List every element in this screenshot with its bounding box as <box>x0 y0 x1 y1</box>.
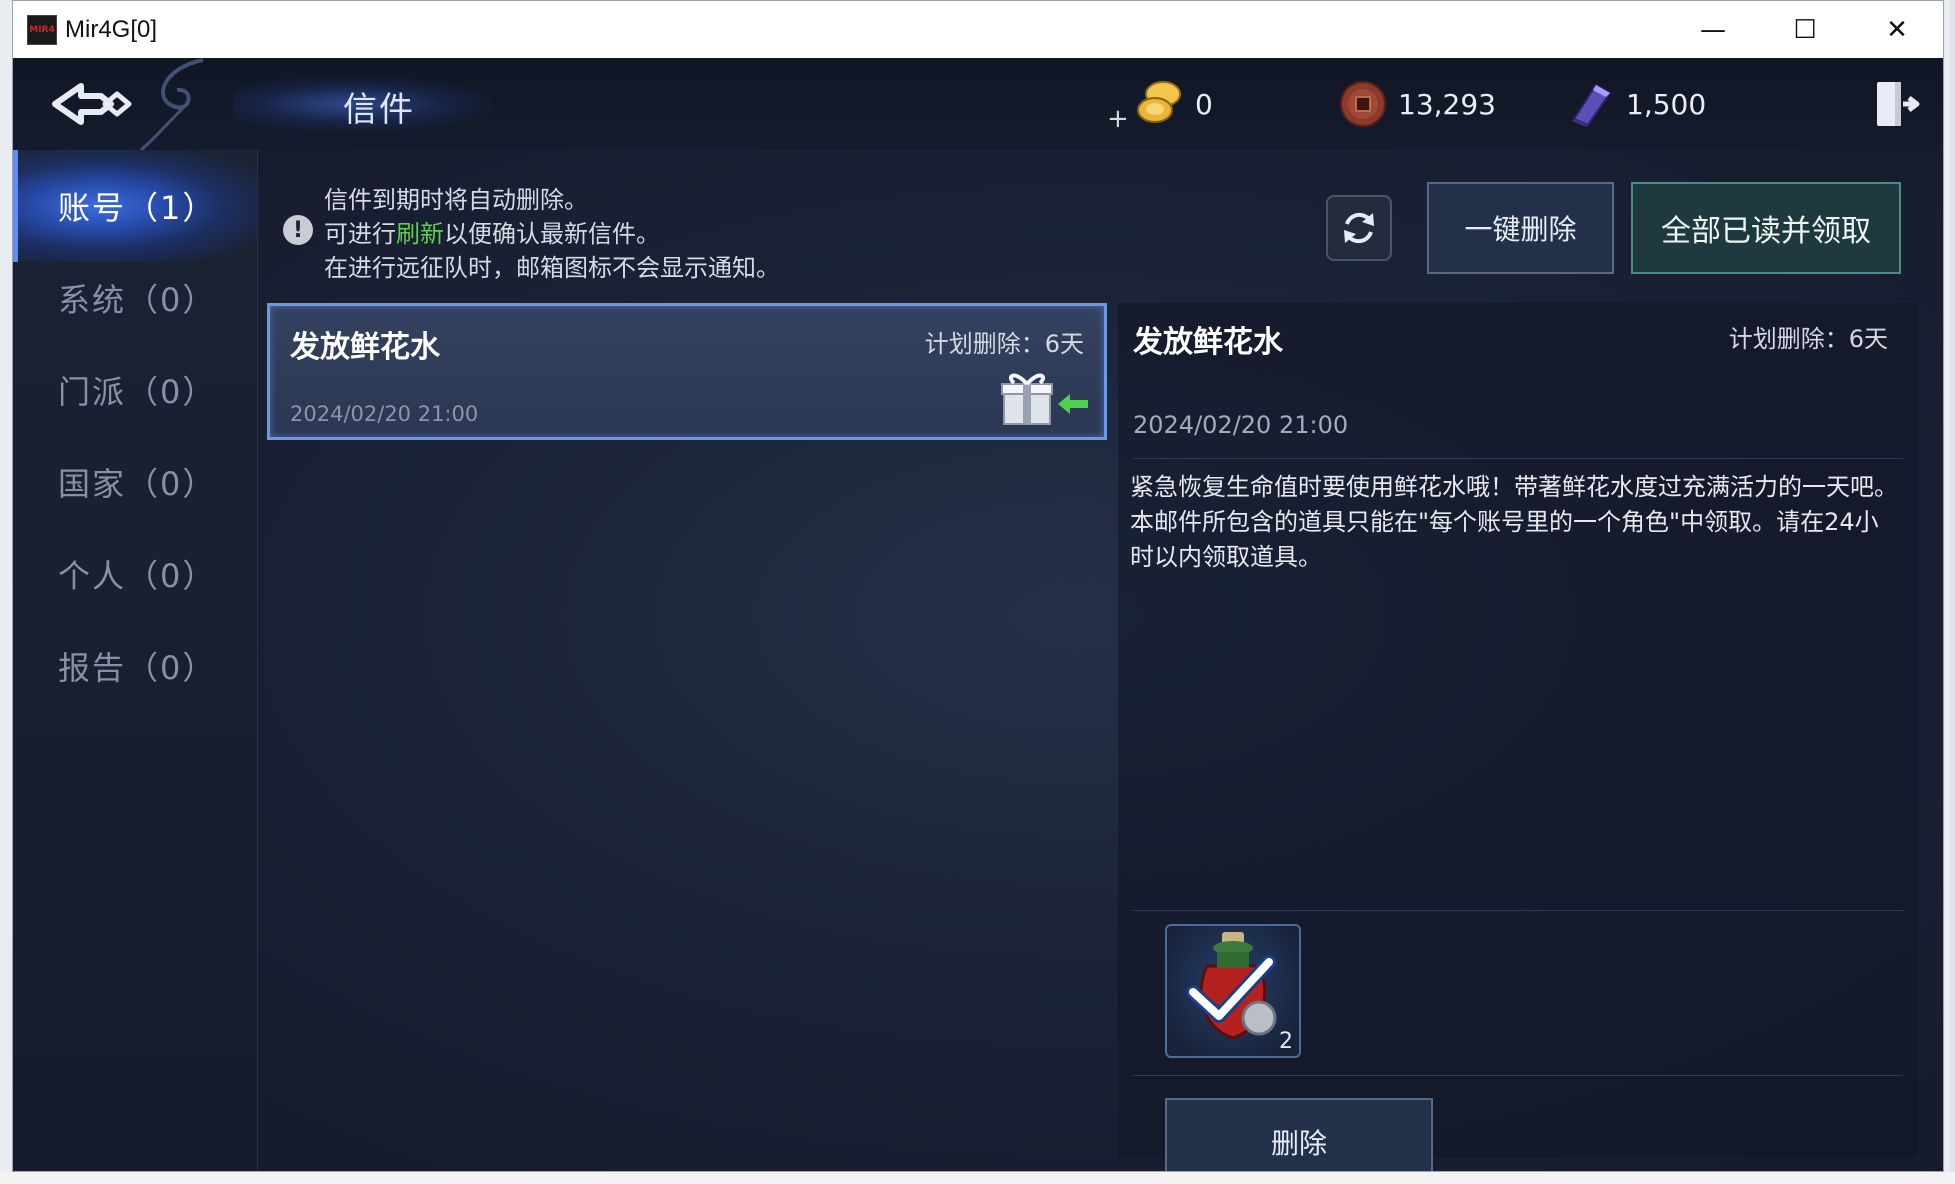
divider <box>1133 910 1903 911</box>
mail-subject: 发放鲜花水 <box>290 330 440 365</box>
window-title: Mir4G[0] <box>65 15 158 43</box>
delete-button[interactable]: 删除 <box>1165 1098 1433 1171</box>
gift-icon <box>1001 373 1053 425</box>
add-currency-icon[interactable]: + <box>1107 104 1129 134</box>
copper-value: 13,293 <box>1398 87 1496 121</box>
currency-gold: 0 <box>1133 78 1213 130</box>
refresh-highlight: 刷新 <box>396 220 444 248</box>
info-exclamation-icon: ! <box>283 215 313 245</box>
close-button[interactable]: ✕ <box>1851 1 1943 58</box>
notice-line-2: 可进行刷新以便确认最新信件。 <box>324 220 660 248</box>
mail-list-item[interactable]: 发放鲜花水 计划删除：6天 2024/02/20 21:00 <box>267 303 1107 440</box>
game-viewport: 信件 + 0 13,293 1,500 账号（1） 系统（0） 门派（0） 国家… <box>13 58 1943 1171</box>
back-arrow-icon[interactable] <box>41 74 137 134</box>
detail-date: 2024/02/20 21:00 <box>1133 411 1349 439</box>
read-and-claim-all-button[interactable]: 全部已读并领取 <box>1631 182 1901 274</box>
app-window: MIR4 Mir4G[0] — ☐ ✕ 信件 + 0 13,293 1,500 … <box>12 0 1944 1172</box>
divider <box>1133 1075 1903 1076</box>
darksteel-icon <box>1572 83 1612 127</box>
gold-coin-icon <box>1137 81 1181 123</box>
sidebar-item-report[interactable]: 报告（0） <box>13 610 258 722</box>
maximize-button[interactable]: ☐ <box>1759 1 1851 58</box>
exit-icon[interactable] <box>1871 78 1923 130</box>
delete-all-button[interactable]: 一键删除 <box>1426 181 1615 275</box>
detail-expire: 计划删除：6天 <box>1728 325 1888 353</box>
mail-date: 2024/02/20 21:00 <box>290 402 479 426</box>
copper-coin-icon <box>1340 81 1386 127</box>
gold-value: 0 <box>1195 87 1213 121</box>
app-logo-icon: MIR4 <box>27 14 57 45</box>
attachment-arrow-icon <box>1058 394 1088 414</box>
currency-copper: 13,293 <box>1338 78 1496 130</box>
mail-category-sidebar: 账号（1） 系统（0） 门派（0） 国家（0） 个人（0） 报告（0） <box>13 150 258 1171</box>
notice-line-1: 信件到期时将自动删除。 <box>324 186 588 214</box>
ornament-swirl-icon <box>140 58 204 150</box>
top-bar: 信件 + 0 13,293 1,500 <box>13 58 1943 150</box>
notice-line-3: 在进行远征队时，邮箱图标不会显示通知。 <box>324 254 780 282</box>
desktop-background <box>1950 0 1955 1184</box>
detail-subject: 发放鲜花水 <box>1133 325 1283 360</box>
mail-expire: 计划删除：6天 <box>924 330 1084 358</box>
refresh-button[interactable] <box>1326 195 1392 261</box>
attachment-item-slot[interactable]: 2 <box>1165 924 1301 1058</box>
minimize-button[interactable]: — <box>1667 1 1759 58</box>
darksteel-value: 1,500 <box>1626 87 1707 121</box>
currency-darksteel: 1,500 <box>1566 78 1706 130</box>
detail-body: 紧急恢复生命值时要使用鲜花水哦！带著鲜花水度过充满活力的一天吧。本邮件所包含的道… <box>1130 473 1898 571</box>
window-titlebar[interactable]: MIR4 Mir4G[0] — ☐ ✕ <box>13 1 1943 58</box>
divider <box>1133 458 1903 459</box>
refresh-icon <box>1344 212 1374 244</box>
mail-detail-panel: 发放鲜花水 计划删除：6天 2024/02/20 21:00 紧急恢复生命值时要… <box>1118 303 1918 1171</box>
desktop-background-bottom <box>0 1172 1955 1184</box>
page-title: 信件 <box>343 90 415 130</box>
attachment-quantity: 2 <box>1279 1029 1293 1054</box>
